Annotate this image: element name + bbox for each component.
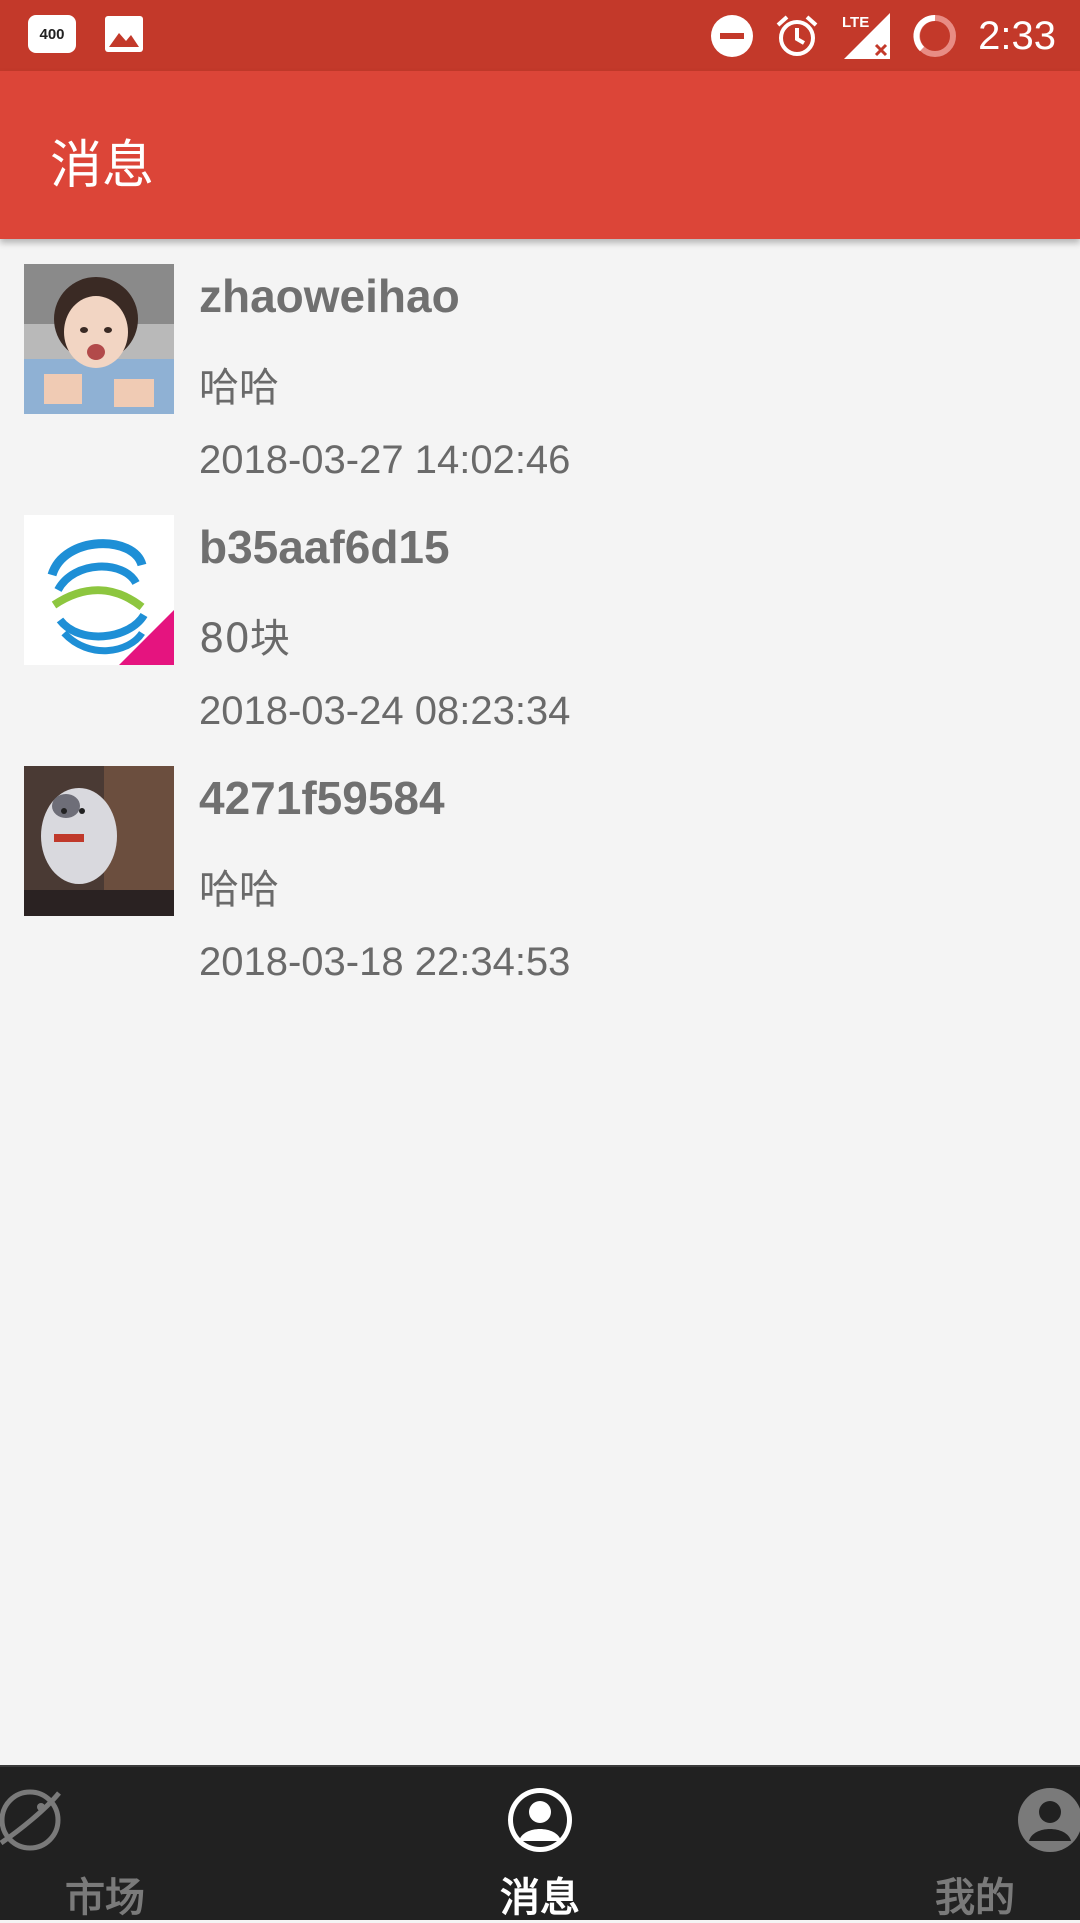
status-bar: 400 LTE 2:33	[0, 0, 1080, 71]
alarm-icon	[776, 15, 818, 56]
message-preview: 哈哈	[199, 867, 279, 913]
list-item[interactable]: b35aaf6d15 80块 2018-03-24 08:23:34	[0, 490, 1080, 741]
list-item[interactable]: 4271f59584 哈哈 2018-03-18 22:34:53	[0, 741, 1080, 992]
avatar	[24, 766, 174, 916]
bottom-nav: 市场 消息 我的	[0, 1765, 1080, 1921]
message-sender: b35aaf6d15	[199, 521, 450, 573]
message-timestamp: 2018-03-18 22:34:53	[199, 940, 571, 984]
tab-label: 市场	[65, 1875, 145, 1921]
tab-label: 我的	[935, 1875, 1015, 1921]
svg-text:LTE: LTE	[842, 14, 869, 31]
image-icon	[105, 16, 143, 52]
message-timestamp: 2018-03-24 08:23:34	[199, 689, 571, 733]
page-title: 消息	[50, 136, 155, 196]
battery-icon	[913, 15, 957, 57]
tab-market[interactable]: 市场	[0, 1767, 360, 1921]
person-icon	[1018, 1788, 1080, 1852]
dnd-icon	[711, 15, 754, 57]
message-preview: 80块	[199, 616, 290, 662]
tab-messages[interactable]: 消息	[360, 1767, 720, 1921]
tab-mine[interactable]: 我的	[720, 1767, 1080, 1921]
avatar	[24, 264, 174, 414]
person-icon	[508, 1788, 572, 1852]
message-timestamp: 2018-03-27 14:02:46	[199, 438, 571, 482]
list-item[interactable]: zhaoweihao 哈哈 2018-03-27 14:02:46	[0, 239, 1080, 490]
app-bar: 消息	[0, 71, 1080, 239]
message-preview: 哈哈	[199, 365, 279, 411]
clock: 2:33	[978, 13, 1056, 58]
message-sender: zhaoweihao	[199, 270, 460, 322]
400-badge-icon: 400	[28, 15, 76, 53]
lte-signal-icon: LTE	[842, 13, 891, 59]
message-sender: 4271f59584	[199, 772, 445, 824]
message-list: zhaoweihao 哈哈 2018-03-27 14:02:46 b35aaf…	[0, 239, 1080, 992]
tab-label: 消息	[500, 1875, 580, 1921]
planet-icon	[0, 1789, 61, 1851]
avatar	[24, 515, 174, 665]
